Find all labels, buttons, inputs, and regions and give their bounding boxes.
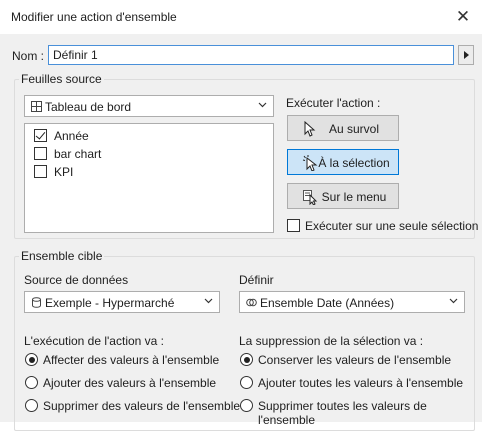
close-icon[interactable]: ✕ xyxy=(450,4,476,30)
sheets-list: Année bar chart KPI xyxy=(24,123,274,233)
dashboard-select-value: Tableau de bord xyxy=(45,100,132,114)
database-icon xyxy=(32,297,41,308)
dashboard-icon xyxy=(31,101,42,112)
radio-add-all-values[interactable] xyxy=(240,376,253,389)
define-label: Définir xyxy=(239,273,274,287)
radio-remove-values[interactable] xyxy=(25,399,38,412)
on-select-label: À la sélection xyxy=(318,156,390,170)
single-select-label: Exécuter sur une seule sélection xyxy=(305,219,479,233)
execute-action-label: Exécuter l'action : xyxy=(286,96,381,110)
sheet-label: Année xyxy=(54,129,89,143)
radio-remove-all-values[interactable] xyxy=(240,399,253,412)
chevron-down-icon xyxy=(258,102,267,108)
radio-remove-all-values-label: Supprimer toutes les valeurs de l'ensemb… xyxy=(258,399,427,427)
radio-assign-values-label: Affecter des valeurs à l'ensemble xyxy=(43,353,220,367)
on-menu-button[interactable]: Sur le menu xyxy=(287,183,399,209)
run-action-label: L'exécution de l'action va : xyxy=(24,334,165,348)
dashboard-select[interactable]: Tableau de bord xyxy=(24,95,274,117)
datasource-value: Exemple - Hypermarché xyxy=(45,296,175,310)
sheet-label: bar chart xyxy=(54,147,102,161)
name-label: Nom : xyxy=(12,49,45,63)
radio-add-values-label: Ajouter des valeurs à l'ensemble xyxy=(43,376,217,390)
radio-remove-values-label: Supprimer des valeurs de l'ensemble xyxy=(43,399,241,413)
radio-keep-values[interactable] xyxy=(240,353,253,366)
target-set-title: Ensemble cible xyxy=(19,249,105,263)
on-hover-label: Au survol xyxy=(328,122,380,136)
single-select-checkbox[interactable] xyxy=(287,219,300,232)
chevron-down-icon xyxy=(449,298,458,304)
sheet-checkbox-bar-chart[interactable] xyxy=(34,147,47,160)
datasource-select[interactable]: Exemple - Hypermarché xyxy=(24,291,220,313)
define-value: Ensemble Date (Années) xyxy=(260,296,395,310)
sheet-label: KPI xyxy=(54,165,74,179)
source-sheets-title: Feuilles source xyxy=(19,72,104,86)
clear-selection-label: La suppression de la sélection va : xyxy=(239,334,424,348)
datasource-label: Source de données xyxy=(24,273,129,287)
radio-keep-values-label: Conserver les valeurs de l'ensemble xyxy=(258,353,452,367)
radio-add-all-values-label: Ajouter toutes les valeurs à l'ensemble xyxy=(258,376,464,390)
name-input[interactable]: Définir 1 xyxy=(48,45,454,65)
on-hover-button[interactable]: Au survol xyxy=(287,115,399,141)
set-icon xyxy=(246,298,257,307)
dialog-title: Modifier une action d'ensemble xyxy=(11,10,177,24)
define-select[interactable]: Ensemble Date (Années) xyxy=(239,291,465,313)
on-select-button[interactable]: À la sélection xyxy=(287,149,399,175)
radio-add-values[interactable] xyxy=(25,376,38,389)
sheet-checkbox-annee[interactable] xyxy=(34,129,47,142)
title-bar: Modifier une action d'ensemble ✕ xyxy=(0,0,482,34)
radio-assign-values[interactable] xyxy=(25,353,38,366)
chevron-down-icon xyxy=(204,298,213,304)
set-action-dialog: Modifier une action d'ensemble ✕ Nom : D… xyxy=(0,0,482,431)
sheet-checkbox-kpi[interactable] xyxy=(34,165,47,178)
name-insert-arrow-button[interactable] xyxy=(458,45,474,65)
on-menu-label: Sur le menu xyxy=(321,190,387,204)
